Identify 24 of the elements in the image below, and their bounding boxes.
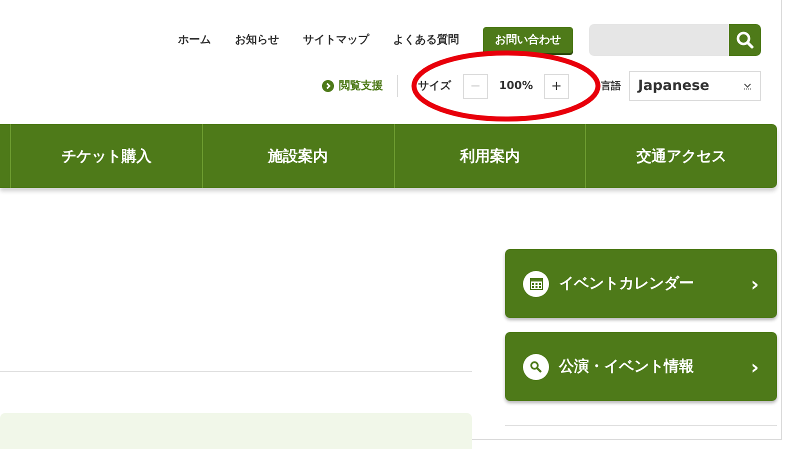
nav-tab[interactable]: 利用案内	[394, 124, 586, 188]
contact-button[interactable]: お問い合わせ	[483, 26, 573, 54]
nav-tab[interactable]: チケット購入	[11, 124, 203, 188]
language-label: 言語	[601, 79, 621, 94]
chevron-circle-icon	[322, 80, 334, 92]
accessibility-link[interactable]: 閲覧支援	[322, 78, 383, 94]
nav-tab[interactable]: 交通アクセス	[586, 124, 777, 188]
calendar-icon	[530, 278, 542, 290]
header-link[interactable]: よくある質問	[393, 32, 459, 48]
search-button[interactable]	[729, 24, 761, 56]
side-menu-button[interactable]: 公演・イベント情報 ›	[505, 332, 777, 401]
language-select[interactable]: Japanese	[629, 71, 761, 101]
header-link[interactable]: サイトマップ	[303, 32, 369, 48]
size-value: 100%	[498, 78, 534, 94]
header-link[interactable]: ホーム	[178, 32, 211, 48]
size-label: サイズ	[418, 78, 451, 94]
header-link[interactable]: お知らせ	[235, 32, 279, 48]
search-field[interactable]	[589, 24, 729, 56]
side-menu-button[interactable]: イベントカレンダー ›	[505, 249, 777, 318]
increase-size-button[interactable]: +	[544, 74, 569, 98]
search-icon	[530, 360, 542, 372]
caret-icon	[743, 82, 752, 90]
search-icon	[736, 31, 754, 49]
nav-tab[interactable]: 施設案内	[202, 124, 394, 188]
